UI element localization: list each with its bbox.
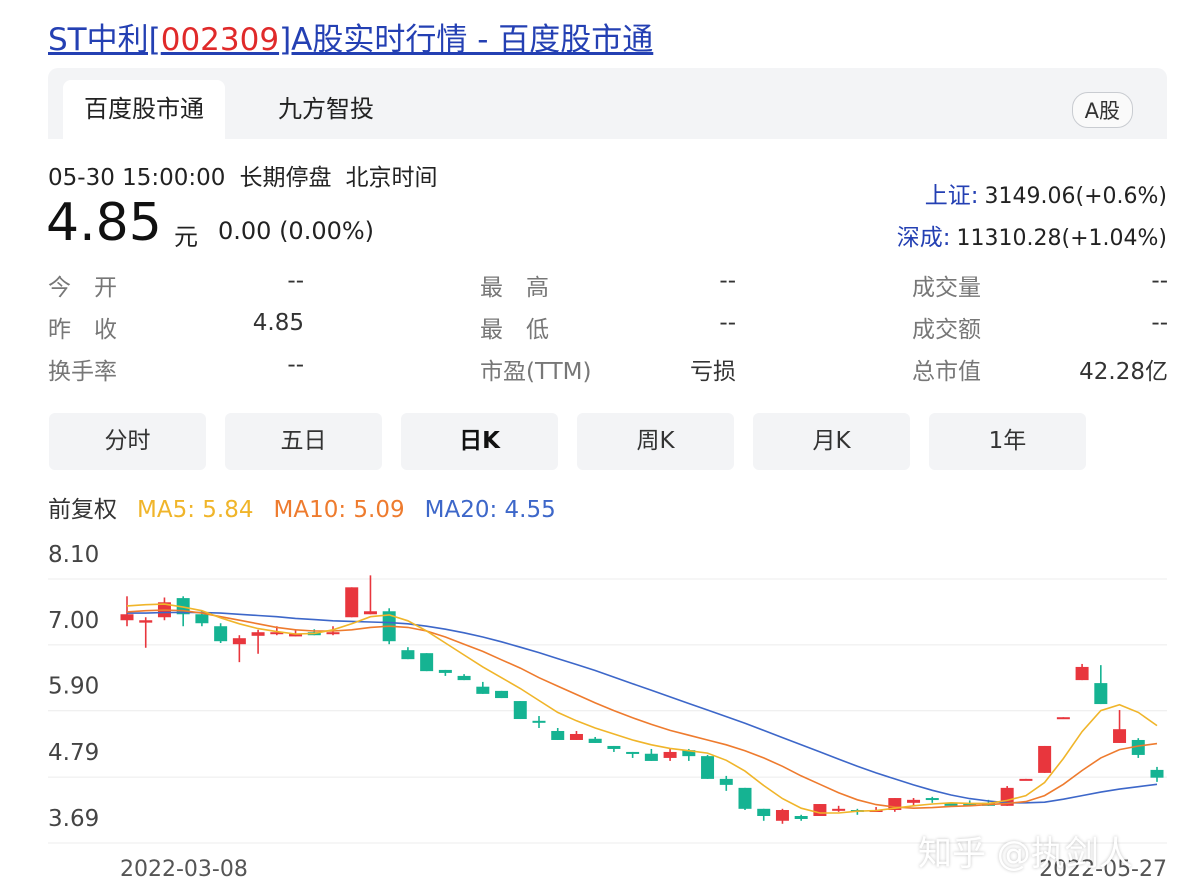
candle-body bbox=[139, 620, 153, 623]
trading-state: 长期停盘 bbox=[239, 165, 332, 191]
y-tick-label: 7.00 bbox=[48, 608, 99, 634]
candle-body bbox=[813, 804, 827, 816]
candle-body bbox=[495, 690, 509, 699]
quote-value: -- bbox=[287, 268, 304, 294]
quote-label: 成交量 bbox=[912, 275, 981, 301]
candle-body bbox=[363, 611, 377, 615]
candle-body bbox=[401, 650, 415, 660]
candle-body bbox=[1056, 717, 1070, 720]
candle-body bbox=[907, 799, 921, 803]
candle-body bbox=[232, 638, 246, 645]
tab-baidu-gushitong[interactable]: 百度股市通 bbox=[63, 80, 225, 139]
quote-value: 42.28亿 bbox=[1079, 359, 1168, 385]
candle-body bbox=[120, 614, 134, 621]
candle-body bbox=[738, 787, 752, 809]
y-tick-label: 3.69 bbox=[48, 806, 99, 832]
tab-jiufang-zhitou[interactable]: 九方智投 bbox=[246, 80, 406, 139]
period-button-1year[interactable]: 1年 bbox=[929, 413, 1086, 470]
candle-body bbox=[925, 798, 939, 801]
current-price: 4.85 bbox=[46, 193, 162, 253]
quote-time: 05-30 15:00:00 bbox=[48, 165, 226, 191]
y-tick-label: 5.90 bbox=[48, 674, 99, 700]
candle-body bbox=[513, 701, 527, 720]
index-name: 深成: bbox=[896, 225, 951, 251]
candle-body bbox=[1019, 778, 1033, 781]
candle-body bbox=[1113, 729, 1127, 743]
quote-value: 亏损 bbox=[690, 359, 736, 385]
quote-label: 总市值 bbox=[912, 359, 981, 385]
quote-label: 换手率 bbox=[48, 359, 117, 385]
candle-body bbox=[1075, 666, 1089, 681]
ma20-line bbox=[127, 611, 1158, 804]
index-shenzhen[interactable]: 深成: 11310.28(+1.04%) bbox=[897, 218, 1167, 252]
status-line: 05-30 15:00:00 长期停盘 北京时间 bbox=[48, 158, 451, 192]
candle-body bbox=[1094, 683, 1108, 705]
candle-body bbox=[326, 632, 340, 635]
stock-code: 002309 bbox=[160, 22, 280, 58]
market-badge[interactable]: A股 bbox=[1071, 92, 1133, 128]
candle-body bbox=[420, 653, 434, 672]
candle-body bbox=[701, 756, 715, 779]
candle-body bbox=[195, 614, 209, 624]
candle-body bbox=[644, 753, 658, 761]
candle-body bbox=[551, 730, 565, 740]
page-title[interactable]: ST中利[002309]A股实时行情 - 百度股市通 bbox=[48, 14, 653, 59]
candle-body bbox=[438, 669, 452, 673]
quote-value: -- bbox=[287, 352, 304, 378]
index-value: 3149.06(+0.6%) bbox=[984, 184, 1167, 209]
candle-body bbox=[214, 626, 228, 642]
candle-body bbox=[719, 778, 733, 785]
candle-body bbox=[588, 738, 602, 743]
quote-value: -- bbox=[719, 268, 736, 294]
index-shanghai[interactable]: 上证: 3149.06(+0.6%) bbox=[925, 176, 1167, 210]
candle-body bbox=[251, 632, 265, 636]
index-value: 11310.28(+1.04%) bbox=[956, 226, 1167, 251]
candle-body bbox=[794, 816, 808, 819]
period-button-rik[interactable]: 日K bbox=[401, 413, 558, 470]
title-prefix: ST中利[ bbox=[48, 22, 161, 58]
ma5-line bbox=[126, 603, 1158, 814]
quote-label: 市盈(TTM) bbox=[480, 359, 592, 385]
period-button-wuri[interactable]: 五日 bbox=[225, 413, 382, 470]
quote-value: 4.85 bbox=[252, 310, 304, 336]
source-tabbar: 百度股市通 九方智投 A股 bbox=[48, 68, 1167, 139]
candle-body bbox=[607, 745, 621, 749]
candle-body bbox=[345, 587, 359, 618]
candle-body bbox=[569, 733, 583, 740]
quote-value: -- bbox=[719, 310, 736, 336]
price-change: 0.00 (0.00%) bbox=[218, 217, 375, 245]
period-button-fenshi[interactable]: 分时 bbox=[49, 413, 206, 470]
candle-body bbox=[476, 686, 490, 694]
ma10-line bbox=[126, 609, 1158, 810]
period-button-yuek[interactable]: 月K bbox=[753, 413, 910, 470]
candle-body bbox=[1150, 769, 1164, 778]
ma-legend: 前复权 MA5: 5.84 MA10: 5.09 MA20: 4.55 bbox=[48, 490, 576, 524]
index-name: 上证: bbox=[924, 183, 979, 209]
title-suffix: ]A股实时行情 - 百度股市通 bbox=[279, 22, 654, 58]
watermark: 知乎 @执剑人 bbox=[918, 834, 1133, 874]
quote-value: -- bbox=[1151, 310, 1168, 336]
quote-label: 昨 收 bbox=[48, 317, 117, 343]
timezone-label: 北京时间 bbox=[345, 165, 438, 191]
quote-label: 今 开 bbox=[48, 275, 117, 301]
price-unit: 元 bbox=[174, 223, 198, 251]
candle-body bbox=[457, 675, 471, 681]
x-tick-label-start: 2022-03-08 bbox=[120, 857, 248, 882]
quote-label: 最 高 bbox=[480, 275, 549, 301]
period-button-zhouk[interactable]: 周K bbox=[577, 413, 734, 470]
candle-body bbox=[626, 751, 640, 754]
candle-body bbox=[775, 810, 789, 821]
candle-body bbox=[832, 808, 846, 811]
candle-body bbox=[532, 720, 546, 723]
quote-label: 成交额 bbox=[912, 317, 981, 343]
quote-value: -- bbox=[1151, 268, 1168, 294]
candle-body bbox=[663, 751, 677, 758]
quote-label: 最 低 bbox=[480, 317, 549, 343]
y-tick-label: 4.79 bbox=[48, 740, 99, 766]
candle-body bbox=[1038, 745, 1052, 773]
y-tick-label: 8.10 bbox=[48, 542, 99, 568]
candle-body bbox=[757, 808, 771, 816]
